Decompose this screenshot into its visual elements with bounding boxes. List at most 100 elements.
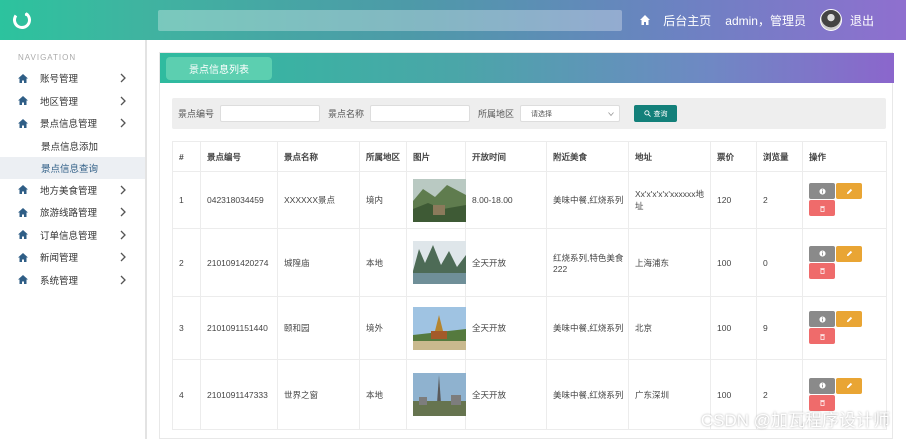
col-actions: 操作 xyxy=(802,141,887,172)
sidebar-item-news[interactable]: 新闻管理 xyxy=(0,246,145,269)
region-select[interactable]: 请选择 xyxy=(520,105,621,122)
sidebar-item-system[interactable]: 系统管理 xyxy=(0,269,145,292)
watermark: CSDN @加瓦程序设计师 xyxy=(700,411,890,430)
trash-icon xyxy=(819,400,825,406)
pencil-icon xyxy=(846,382,852,389)
view-button[interactable] xyxy=(809,311,835,327)
trash-icon xyxy=(819,205,825,212)
sidebar-subitem-scenic-add[interactable]: 景点信息添加 xyxy=(0,135,145,157)
sidebar-item-label: 景点信息管理 xyxy=(40,119,98,131)
edit-button[interactable] xyxy=(836,311,862,327)
chevron-right-icon xyxy=(120,118,126,128)
sidebar-item-label: 旅游线路管理 xyxy=(40,208,98,220)
info-icon xyxy=(818,315,826,323)
row-index: 4 xyxy=(172,359,201,430)
row-image-cell xyxy=(406,359,466,430)
view-button[interactable] xyxy=(809,377,835,394)
pencil-icon xyxy=(846,316,852,322)
edit-button[interactable] xyxy=(836,377,862,394)
info-icon xyxy=(818,250,826,257)
logout-link[interactable]: 退出 xyxy=(850,12,874,29)
sidebar-item-orders[interactable]: 订单信息管理 xyxy=(0,224,145,247)
code-label: 景点编号 xyxy=(178,109,215,119)
col-address: 地址 xyxy=(628,141,711,172)
avatar[interactable] xyxy=(819,9,842,31)
home-icon xyxy=(18,230,28,240)
info-icon xyxy=(818,382,826,389)
row-food: 美味中餐,红烧系列 xyxy=(546,296,629,360)
table-row: 3 2101091151440 颐和园 境外 全天开放 美味中餐,红烧系列 北京… xyxy=(172,296,887,360)
row-name: 城隍庙 xyxy=(277,228,360,297)
row-name: 世界之窗 xyxy=(277,359,360,430)
sidebar: NAVIGATION 账号管理 地区管理 景点信息管理 景点信息添加 景点信息查… xyxy=(0,40,147,439)
action-group xyxy=(809,183,863,217)
home-icon xyxy=(18,118,28,128)
scenic-thumbnail xyxy=(413,306,466,350)
view-button[interactable] xyxy=(809,183,835,199)
home-link[interactable]: 后台主页 xyxy=(663,12,711,29)
row-views: 0 xyxy=(756,228,803,297)
home-icon[interactable] xyxy=(639,14,651,26)
col-hours: 开放时间 xyxy=(465,141,547,172)
col-price: 票价 xyxy=(710,141,757,172)
sidebar-item-food[interactable]: 地方美食管理 xyxy=(0,179,145,202)
filter-bar: 景点编号 景点名称 所属地区 请选择 查询 xyxy=(172,98,886,129)
delete-button[interactable] xyxy=(809,200,835,216)
search-button-label: 查询 xyxy=(653,110,668,118)
tab-scenic-list[interactable]: 景点信息列表 xyxy=(166,57,272,80)
delete-button[interactable] xyxy=(809,262,835,279)
edit-button[interactable] xyxy=(836,183,862,199)
nav-title: NAVIGATION xyxy=(18,53,77,62)
row-actions xyxy=(802,228,887,297)
row-hours: 全天开放 xyxy=(465,359,547,430)
top-bar: 后台主页 admin，管理员 退出 xyxy=(0,0,906,40)
row-address: Xx'x'x'x'x'xxxxxx地址 xyxy=(628,171,711,229)
delete-button[interactable] xyxy=(809,328,835,344)
row-actions xyxy=(802,171,887,229)
code-input[interactable] xyxy=(220,105,321,122)
col-name: 景点名称 xyxy=(277,141,360,172)
col-image: 图片 xyxy=(406,141,466,172)
search-icon xyxy=(643,110,651,117)
trash-icon xyxy=(819,333,825,340)
sidebar-item-scenic[interactable]: 景点信息管理 xyxy=(0,112,145,135)
row-region: 本地 xyxy=(359,359,407,430)
chevron-right-icon xyxy=(120,96,126,105)
row-name: 颐和园 xyxy=(277,296,360,360)
chevron-right-icon xyxy=(120,275,126,284)
view-button[interactable] xyxy=(809,245,835,262)
chevron-right-icon xyxy=(120,252,126,262)
chevron-down-icon xyxy=(608,112,614,117)
panel-header: 景点信息列表 xyxy=(160,53,894,83)
row-name: XXXXXX景点 xyxy=(277,171,360,229)
sidebar-item-regions[interactable]: 地区管理 xyxy=(0,90,145,113)
nav-list: 账号管理 地区管理 景点信息管理 景点信息添加 景点信息查询 地方美食管理 旅游… xyxy=(0,67,145,291)
sidebar-subitem-scenic-query[interactable]: 景点信息查询 xyxy=(0,156,145,179)
scenic-list-panel: 景点信息列表 景点编号 景点名称 所属地区 请选择 查询 # 景点编号 景点名称… xyxy=(159,52,894,439)
edit-button[interactable] xyxy=(836,245,862,262)
row-address: 广东深圳 xyxy=(628,359,711,430)
sidebar-item-accounts[interactable]: 账号管理 xyxy=(0,67,145,90)
search-button[interactable]: 查询 xyxy=(634,105,678,122)
home-icon xyxy=(18,275,28,285)
table-header-row: # 景点编号 景点名称 所属地区 图片 开放时间 附近美食 地址 票价 浏览量 … xyxy=(172,141,887,172)
sidebar-item-label: 地方美食管理 xyxy=(40,185,98,197)
row-region: 本地 xyxy=(359,228,407,297)
row-hours: 全天开放 xyxy=(465,296,547,360)
home-icon xyxy=(18,207,28,217)
trash-icon xyxy=(819,268,825,274)
row-food: 美味中餐,红烧系列 xyxy=(546,359,629,430)
row-region: 境内 xyxy=(359,171,407,229)
action-group xyxy=(809,245,863,280)
top-search-bar[interactable] xyxy=(158,10,622,31)
row-image-cell xyxy=(406,228,466,297)
sidebar-item-label: 账号管理 xyxy=(40,74,79,86)
action-group xyxy=(809,311,863,345)
sidebar-item-label: 系统管理 xyxy=(40,275,79,287)
name-input[interactable] xyxy=(370,105,471,122)
row-code: 2101091151440 xyxy=(200,296,278,360)
row-index: 2 xyxy=(172,228,201,297)
scenic-thumbnail xyxy=(413,178,466,222)
user-label: admin，管理员 xyxy=(725,13,806,28)
sidebar-item-routes[interactable]: 旅游线路管理 xyxy=(0,201,145,224)
